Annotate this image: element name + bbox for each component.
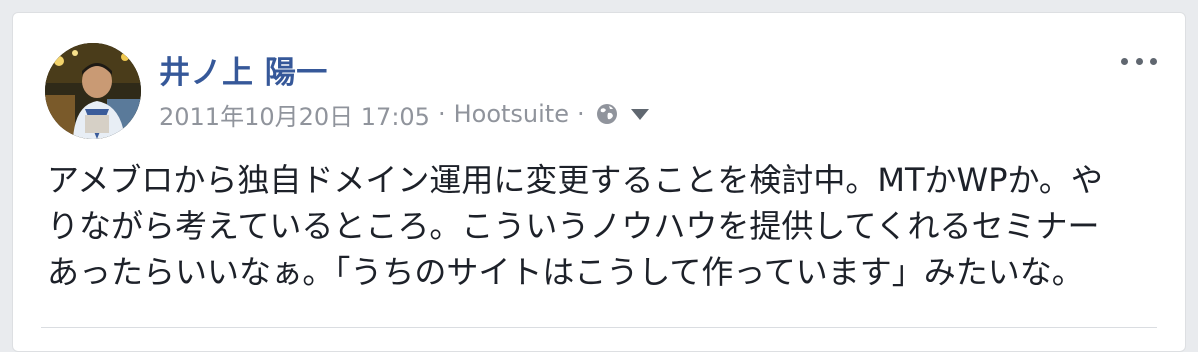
meta-separator: · — [437, 100, 446, 128]
post-meta: 2011年10月20日 17:05 · Hootsuite · — [159, 97, 649, 131]
avatar[interactable] — [45, 43, 141, 139]
ellipsis-icon-dot — [1150, 57, 1157, 65]
app-source-link[interactable]: Hootsuite — [454, 100, 569, 128]
globe-icon — [595, 102, 619, 126]
divider — [41, 327, 1157, 328]
ellipsis-icon-dot — [1121, 57, 1128, 65]
ellipsis-icon-dot — [1135, 57, 1143, 65]
post-body-text: アメブロから独自ドメイン運用に変更することを検討中。MTかWPか。や りながら考… — [47, 157, 1157, 295]
post-text-line: アメブロから独自ドメイン運用に変更することを検討中。MTかWPか。や — [47, 161, 1103, 199]
post-text-line: りながら考えているところ。こういうノウハウを提供してくれるセミナー — [47, 207, 1100, 245]
author-name-link[interactable]: 井ノ上 陽一 — [159, 47, 328, 92]
avatar-image — [45, 43, 141, 139]
post-card: 井ノ上 陽一 2011年10月20日 17:05 · Hootsuite · ア… — [12, 12, 1186, 352]
meta-separator: · — [576, 100, 585, 128]
more-options-button[interactable] — [1121, 53, 1157, 69]
caret-down-icon[interactable] — [630, 108, 649, 120]
post-timestamp[interactable]: 2011年10月20日 17:05 — [159, 97, 430, 132]
post-text-line: あったらいいなぁ。「うちのサイトはこうして作っています」みたいな。 — [47, 253, 1084, 291]
